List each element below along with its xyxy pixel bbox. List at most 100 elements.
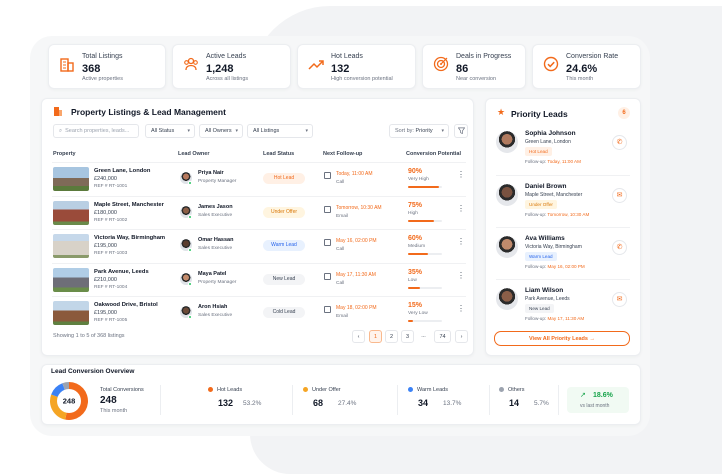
stat-value: 1,248 <box>206 63 234 75</box>
search-input[interactable]: ⌕ Search properties, leads... <box>53 124 139 138</box>
filter-label: All Owners <box>205 128 232 134</box>
calendar-icon <box>324 172 331 179</box>
listing-filter[interactable]: All Listings ▾ <box>247 124 313 138</box>
chevron-right-icon: › <box>460 334 463 340</box>
followup-time: Tomorrow, 10:30 AM <box>547 212 590 217</box>
property-ref: REF # RT-1004 <box>94 284 128 290</box>
donut-value: 248 <box>63 397 76 406</box>
priority-lead-item[interactable]: Daniel Brown Maple Street, Manchester Un… <box>496 175 630 223</box>
row-menu-icon[interactable]: ⋮ <box>457 271 465 279</box>
lead-followup: Follow-up: Tomorrow, 10:30 AM <box>525 212 589 217</box>
lead-followup: Follow-up: Today, 11:00 AM <box>525 159 581 164</box>
row-menu-icon[interactable]: ⋮ <box>457 204 465 212</box>
phone-icon: ✆ <box>616 139 623 146</box>
legend-label: Others <box>508 387 525 393</box>
page-3-button[interactable]: 3 <box>401 330 414 343</box>
conversion-progress <box>408 320 442 322</box>
conversion-progress <box>408 286 442 289</box>
phone-button[interactable]: ✆ <box>612 135 627 150</box>
owner-name: James Jason <box>198 203 233 210</box>
conversion-donut: 248 <box>50 382 89 420</box>
arrow-up-right-icon: ↗ <box>580 392 586 399</box>
star-icon: ★ <box>497 107 506 117</box>
stat-card-hot-leads: Hot Leads 132 High conversion potential <box>297 44 416 89</box>
conversion-level: Very High <box>408 177 429 182</box>
view-all-label: View All Priority Leads <box>528 336 588 342</box>
legend-dot <box>303 387 308 393</box>
property-ref: REF # RT-1005 <box>94 318 128 323</box>
property-price: £240,000 <box>94 176 117 182</box>
lead-name: Ava Williams <box>525 235 565 242</box>
sort-label: Sort by: <box>395 128 414 134</box>
building-icon <box>54 107 62 116</box>
mail-button[interactable]: ✉ <box>612 188 627 203</box>
priority-count-badge: 6 <box>618 107 630 119</box>
table-row[interactable]: Green Lane, London £240,000 REF # RT-100… <box>52 162 466 195</box>
growth-badge: ↗ 18.6% vs last month <box>567 387 629 413</box>
followup-label: Follow-up: <box>525 159 547 164</box>
row-menu-icon[interactable]: ⋮ <box>457 305 465 313</box>
stat-value: 368 <box>82 63 101 75</box>
sort-value: Priority <box>415 128 433 134</box>
legend-dot <box>208 387 213 393</box>
column-owner: Lead Owner <box>178 151 210 157</box>
property-address: Victoria Way, Birmingham <box>94 235 166 241</box>
phone-button[interactable]: ✆ <box>612 240 627 255</box>
chevron-down-icon: ▾ <box>305 128 308 134</box>
conversion-progress-fill <box>408 219 434 222</box>
table-row[interactable]: Victoria Way, Birmingham £195,000 REF # … <box>52 229 466 262</box>
table-row[interactable]: Oakwood Drive, Bristol £195,000 REF # RT… <box>52 296 466 329</box>
view-all-priority-button[interactable]: View All Priority Leads → <box>494 331 630 346</box>
table-row[interactable]: Maple Street, Manchester £180,000 REF # … <box>52 195 466 229</box>
filter-label: All Listings <box>253 128 280 134</box>
legend-item: Warm Leads <box>408 387 448 393</box>
lead-tag: Hot Lead <box>525 147 552 156</box>
legend-percent: 5.7% <box>534 400 549 407</box>
arrow-right-icon: → <box>589 336 596 342</box>
property-thumbnail <box>53 234 89 258</box>
followup-method: Call <box>336 247 345 252</box>
status-badge: New Lead <box>263 273 305 285</box>
prev-page-button[interactable]: ‹ <box>352 330 365 343</box>
page-2-button[interactable]: 2 <box>385 330 398 343</box>
property-price: £180,000 <box>94 209 117 216</box>
page-74-button[interactable]: 74 <box>434 330 451 343</box>
column-conversion: Conversion Potential <box>406 151 462 157</box>
filter-button[interactable] <box>454 124 468 138</box>
legend-dot <box>499 387 504 393</box>
followup-date: May 16, 02:00 PM <box>336 238 377 244</box>
followup-method: Call <box>336 280 345 286</box>
divider <box>292 385 293 415</box>
row-menu-icon[interactable]: ⋮ <box>457 171 465 179</box>
divider <box>397 385 398 415</box>
followup-time: May 17, 11:30 AM <box>547 316 585 321</box>
sort-select[interactable]: Sort by: Priority ▾ <box>389 124 449 138</box>
mail-button[interactable]: ✉ <box>612 292 627 307</box>
conversion-progress <box>408 219 442 222</box>
row-menu-icon[interactable]: ⋮ <box>457 238 465 246</box>
owner-filter[interactable]: All Owners ▾ <box>199 124 243 138</box>
next-page-button[interactable]: › <box>455 330 468 343</box>
owner-role: Property Manager <box>198 279 237 285</box>
pagination-summary: Showing 1 to 5 of 368 listings <box>53 333 125 339</box>
legend-value: 34 <box>418 398 429 408</box>
priority-lead-item[interactable]: Sophia Johnson Green Lane, London Hot Le… <box>496 123 630 171</box>
followup-label: Follow-up: <box>525 264 547 269</box>
table-row[interactable]: Park Avenue, Leeds £210,000 REF # RT-100… <box>52 262 466 296</box>
followup-date: May 18, 02:00 PM <box>336 305 377 311</box>
status-badge: Under Offer <box>263 206 305 218</box>
followup-date: Tomorrow, 10:30 AM <box>336 204 382 211</box>
online-indicator <box>188 281 192 286</box>
conversion-percent: 75% <box>408 201 423 209</box>
legend-percent: 27.4% <box>338 400 357 407</box>
priority-lead-item[interactable]: Liam Wilson Park Avenue, Leeds New Lead … <box>496 279 630 327</box>
page-1-button[interactable]: 1 <box>369 330 382 343</box>
search-placeholder: Search properties, leads... <box>65 128 130 134</box>
mail-icon: ✉ <box>616 192 623 199</box>
page-ellipsis: ... <box>417 330 430 343</box>
priority-lead-item[interactable]: Ava Williams Victoria Way, Birmingham Wa… <box>496 227 630 275</box>
lead-tag: Warm Lead <box>525 252 557 261</box>
lead-name: Daniel Brown <box>525 183 567 190</box>
property-address: Park Avenue, Leeds <box>94 268 149 275</box>
status-filter[interactable]: All Status ▾ <box>145 124 195 138</box>
